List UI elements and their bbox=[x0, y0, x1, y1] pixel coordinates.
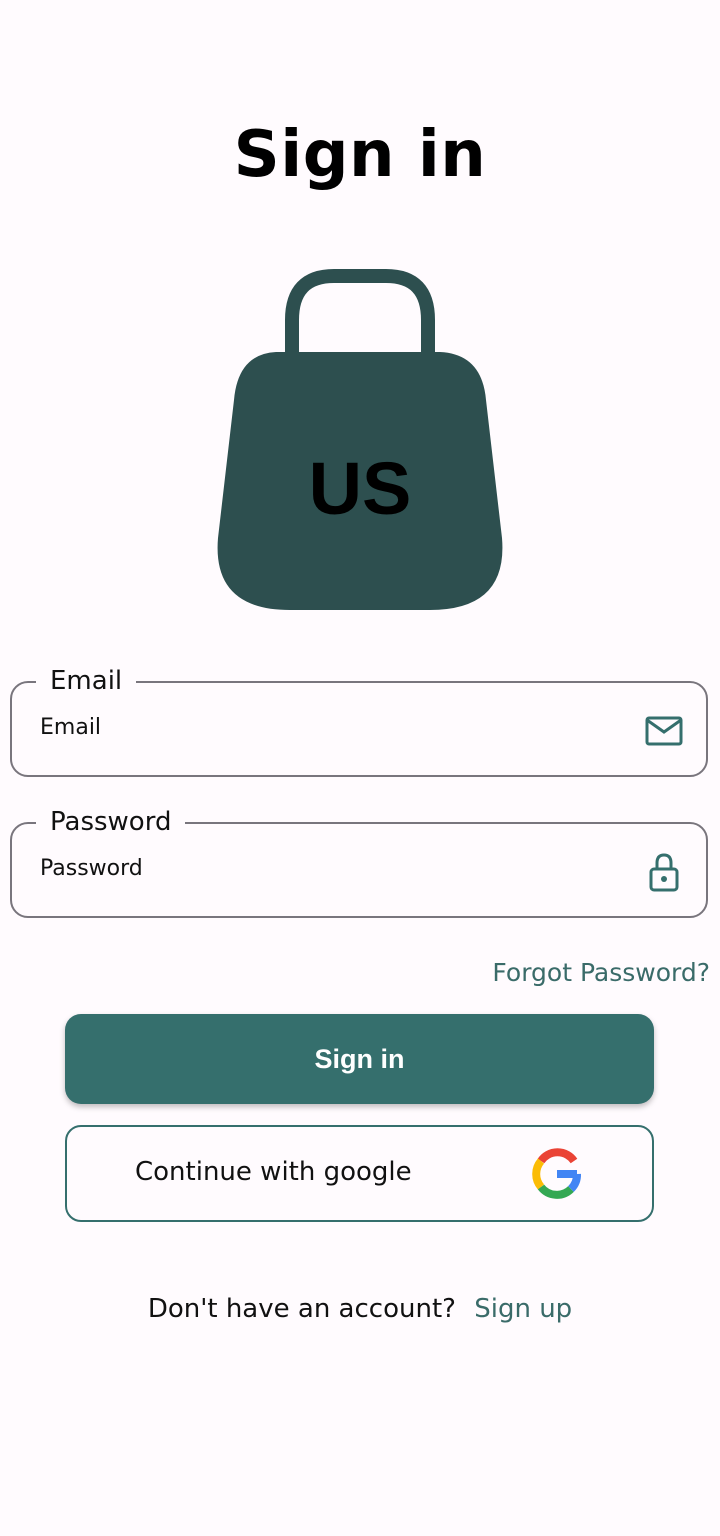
email-field[interactable]: Email bbox=[10, 665, 708, 777]
shopping-bag-logo: US bbox=[217, 269, 503, 610]
password-label: Password bbox=[36, 806, 186, 838]
email-label: Email bbox=[36, 665, 137, 697]
google-icon bbox=[532, 1148, 581, 1199]
mail-icon bbox=[645, 716, 683, 746]
sign-up-link[interactable]: Sign up bbox=[474, 1294, 572, 1324]
signup-prompt-row: Don't have an account? Sign up bbox=[0, 1294, 720, 1324]
page-title: Sign in bbox=[233, 118, 487, 192]
continue-with-google-button[interactable]: Continue with google bbox=[65, 1125, 654, 1222]
signup-prompt-text: Don't have an account? bbox=[147, 1294, 456, 1324]
password-input[interactable] bbox=[40, 856, 600, 881]
forgot-password-link[interactable]: Forgot Password? bbox=[492, 958, 710, 987]
lock-icon bbox=[649, 853, 679, 892]
email-input[interactable] bbox=[40, 715, 600, 740]
sign-in-button[interactable]: Sign in bbox=[65, 1014, 654, 1104]
password-field[interactable]: Password bbox=[10, 806, 708, 918]
logo-text: US bbox=[309, 447, 412, 530]
google-button-label: Continue with google bbox=[135, 1157, 412, 1187]
